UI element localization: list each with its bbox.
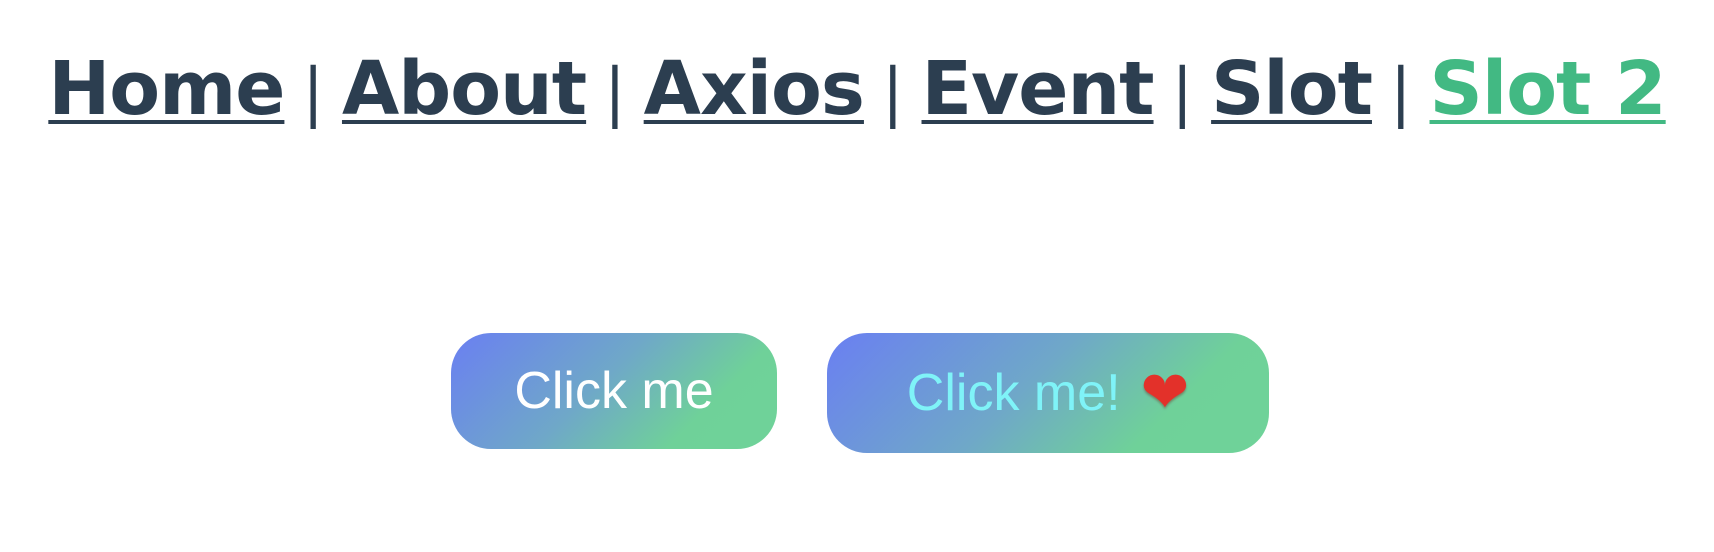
nav-link-slot[interactable]: Slot — [1211, 52, 1373, 126]
nav-link-event[interactable]: Event — [922, 52, 1155, 126]
nav-separator: | — [1171, 56, 1194, 130]
nav-link-axios[interactable]: Axios — [644, 52, 865, 126]
nav-separator: | — [302, 56, 324, 130]
top-nav: Home | About | Axios | Event | Slot | Sl… — [0, 52, 1714, 126]
nav-link-home[interactable]: Home — [48, 52, 285, 126]
click-me-heart-button-label: Click me! — [906, 364, 1121, 422]
click-me-button[interactable]: Click me — [451, 333, 777, 449]
nav-separator: | — [1389, 56, 1412, 130]
nav-link-slot-2[interactable]: Slot 2 — [1430, 52, 1667, 126]
click-me-button-label: Click me — [514, 362, 714, 420]
nav-link-about[interactable]: About — [342, 52, 587, 126]
click-me-heart-button[interactable]: Click me! ❤ — [827, 333, 1269, 453]
nav-separator: | — [881, 56, 904, 130]
nav-separator: | — [604, 56, 626, 130]
heart-icon: ❤ — [1140, 360, 1190, 425]
button-row: Click me Click me! ❤ — [0, 333, 1714, 453]
